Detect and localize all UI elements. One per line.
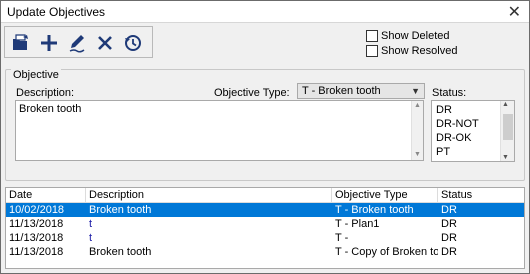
column-header-status[interactable]: Status — [438, 188, 524, 203]
history-button[interactable] — [120, 30, 146, 56]
description-label: Description: — [16, 87, 75, 99]
cell-description: Broken tooth — [89, 204, 152, 216]
cell-status: DR — [441, 232, 457, 244]
toolbar — [4, 26, 153, 58]
scroll-up-icon[interactable]: ▲ — [412, 101, 423, 111]
description-scrollbar[interactable]: ▲ ▼ — [411, 101, 423, 160]
cell-status: DR — [441, 246, 457, 258]
chevron-down-icon: ▼ — [411, 86, 420, 96]
show-deleted-label: Show Deleted — [381, 30, 450, 42]
delete-x-icon — [98, 36, 112, 50]
update-objectives-window: Update Objectives ✕ Show Deleted Show Re… — [0, 0, 530, 274]
status-option[interactable]: DR — [436, 104, 452, 116]
show-deleted-checkbox[interactable] — [366, 30, 378, 42]
cell-description: Broken tooth — [89, 246, 152, 258]
table-row[interactable]: 11/13/2018 t T - DR — [6, 231, 524, 245]
status-option[interactable]: DR-NOT — [436, 118, 479, 130]
cell-objective-type: T - Copy of Broken tooth — [335, 246, 438, 258]
edit-pencil-icon — [69, 35, 85, 53]
cell-date: 11/13/2018 — [9, 232, 64, 244]
cell-description: t — [89, 232, 93, 244]
cell-status: DR — [441, 204, 457, 216]
column-header-objective-type[interactable]: Objective Type — [332, 188, 438, 203]
objective-type-label: Objective Type: — [214, 87, 290, 99]
plus-icon — [41, 35, 57, 51]
scroll-thumb[interactable] — [503, 114, 513, 140]
status-list[interactable]: DR DR-NOT DR-OK PT ▲ ▼ — [431, 100, 515, 162]
scroll-down-icon[interactable]: ▼ — [412, 150, 423, 160]
objective-type-value: T - Broken tooth — [302, 85, 381, 97]
delete-button[interactable] — [92, 30, 118, 56]
objective-type-select[interactable]: T - Broken tooth ▼ — [297, 83, 425, 99]
objectives-table: Date Description Objective Type Status 1… — [5, 187, 525, 269]
status-option[interactable]: PT — [436, 146, 450, 158]
description-field[interactable]: Broken tooth ▲ ▼ — [15, 100, 424, 161]
edit-button[interactable] — [64, 30, 90, 56]
title-bar: Update Objectives ✕ — [1, 1, 529, 23]
cell-status: DR — [441, 218, 457, 230]
status-label: Status: — [432, 87, 467, 99]
table-row[interactable]: 10/02/2018 Broken tooth T - Broken tooth… — [6, 203, 524, 217]
cell-description: t — [89, 218, 93, 230]
cell-date: 10/02/2018 — [9, 204, 65, 216]
open-folder-button[interactable] — [8, 30, 34, 56]
table-row[interactable]: 11/13/2018 t T - Plan1 DR — [6, 217, 524, 231]
cell-date: 11/13/2018 — [9, 246, 64, 258]
status-option[interactable]: DR-OK — [436, 132, 471, 144]
scroll-up-icon[interactable]: ▲ — [502, 101, 509, 108]
table-header: Date Description Objective Type Status — [6, 188, 524, 203]
cell-objective-type: T - Broken tooth — [335, 204, 414, 216]
status-scrollbar[interactable]: ▲ ▼ — [500, 101, 514, 161]
cell-date: 11/13/2018 — [9, 218, 64, 230]
table-row[interactable]: 11/13/2018 Broken tooth T - Copy of Brok… — [6, 245, 524, 259]
show-resolved-label: Show Resolved — [381, 45, 458, 57]
cell-objective-type: T - Plan1 — [335, 218, 380, 230]
description-value: Broken tooth — [19, 103, 82, 115]
cell-objective-type: T - — [335, 232, 349, 244]
show-resolved-option[interactable]: Show Resolved — [366, 45, 457, 57]
show-resolved-checkbox[interactable] — [366, 45, 378, 57]
show-deleted-option[interactable]: Show Deleted — [366, 30, 450, 42]
objective-group-label: Objective — [11, 69, 61, 81]
open-folder-icon — [13, 34, 28, 50]
add-button[interactable] — [36, 30, 62, 56]
close-icon[interactable]: ✕ — [508, 2, 521, 22]
column-header-description[interactable]: Description — [86, 188, 332, 203]
column-header-date[interactable]: Date — [6, 188, 86, 203]
history-icon — [125, 35, 141, 51]
window-title: Update Objectives — [7, 5, 106, 19]
scroll-down-icon[interactable]: ▼ — [502, 154, 509, 161]
